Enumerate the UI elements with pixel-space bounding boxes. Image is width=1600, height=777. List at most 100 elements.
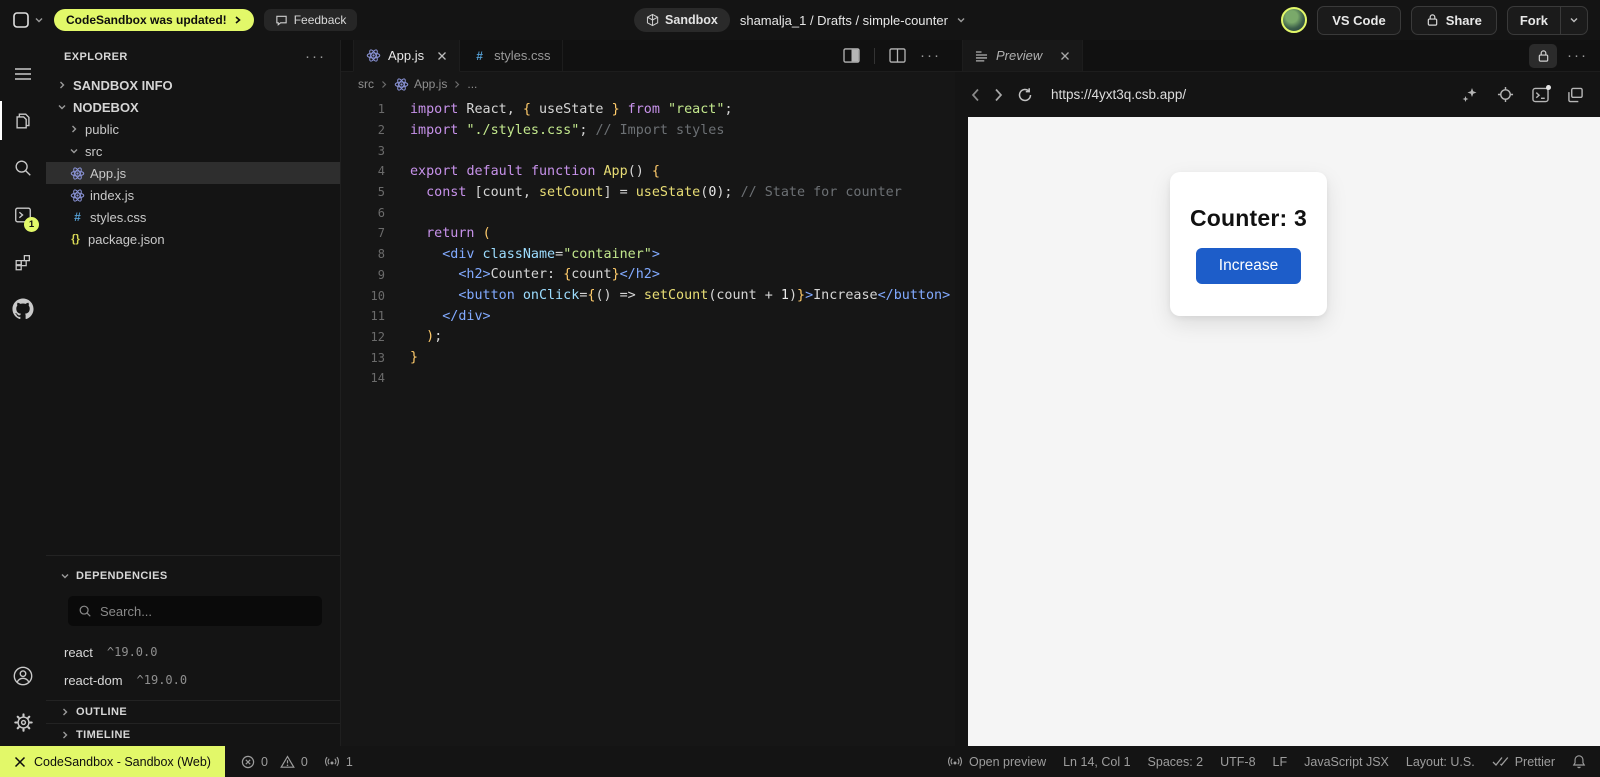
explorer-menu-button[interactable]: ··· bbox=[305, 52, 326, 62]
settings-button[interactable] bbox=[0, 699, 46, 746]
keyboard-layout[interactable]: Layout: U.S. bbox=[1406, 755, 1475, 769]
dependencies-panel: DEPENDENCIES react ^19.0.0 react-dom ^19… bbox=[46, 555, 340, 700]
vscode-button[interactable]: VS Code bbox=[1317, 6, 1400, 35]
remote-label: CodeSandbox - Sandbox (Web) bbox=[34, 755, 211, 769]
sparkles-icon[interactable] bbox=[1461, 87, 1479, 103]
share-button[interactable]: Share bbox=[1411, 6, 1497, 35]
tree-item-index-js[interactable]: index.js bbox=[46, 184, 340, 206]
code-line: 14 bbox=[341, 368, 955, 389]
chevron-right-icon bbox=[380, 80, 388, 89]
outline-section[interactable]: OUTLINE bbox=[46, 700, 340, 723]
breadcrumb-item[interactable]: ... bbox=[467, 77, 477, 91]
indentation-setting[interactable]: Spaces: 2 bbox=[1148, 755, 1204, 769]
line-number: 7 bbox=[341, 226, 385, 240]
toggle-sidebar-icon[interactable] bbox=[843, 48, 860, 63]
code-line: 8 <div className="container"> bbox=[341, 244, 955, 265]
react-file-icon bbox=[70, 188, 85, 203]
editor-menu-button[interactable]: ··· bbox=[920, 51, 941, 61]
problems-indicator[interactable]: 0 0 bbox=[241, 755, 308, 769]
preview-menu-button[interactable]: ··· bbox=[1567, 51, 1588, 61]
tree-item-src[interactable]: src bbox=[46, 140, 340, 162]
account-button[interactable] bbox=[0, 652, 46, 699]
eol-setting[interactable]: LF bbox=[1273, 755, 1288, 769]
increase-button[interactable]: Increase bbox=[1196, 248, 1301, 284]
project-breadcrumb[interactable]: shamalja_1 / Drafts / simple-counter bbox=[740, 13, 966, 28]
breadcrumb-label: src bbox=[358, 77, 374, 91]
fork-dropdown-button[interactable] bbox=[1560, 7, 1587, 34]
bell-icon[interactable] bbox=[1572, 754, 1586, 769]
editor-panel: App.js #styles.css ··· src App.js ... 1i… bbox=[341, 40, 955, 746]
tree-item-label: package.json bbox=[88, 232, 165, 247]
update-banner[interactable]: CodeSandbox was updated! bbox=[54, 9, 254, 31]
code-line: 4export default function App() { bbox=[341, 161, 955, 182]
line-number: 3 bbox=[341, 144, 385, 158]
ports-indicator[interactable]: 1 bbox=[324, 755, 353, 769]
forward-button[interactable] bbox=[994, 88, 1003, 102]
dependencies-header[interactable]: DEPENDENCIES bbox=[46, 564, 340, 588]
close-icon[interactable] bbox=[1060, 51, 1070, 61]
activity-files-button[interactable] bbox=[0, 97, 46, 144]
feedback-button[interactable]: Feedback bbox=[264, 9, 358, 31]
activity-devtools-button[interactable] bbox=[0, 238, 46, 285]
dependency-row[interactable]: react ^19.0.0 bbox=[46, 638, 340, 666]
broadcast-icon bbox=[324, 755, 340, 768]
code-area[interactable]: 1import React, { useState } from "react"… bbox=[341, 96, 955, 746]
open-new-window-icon[interactable] bbox=[1567, 87, 1584, 103]
split-editor-icon[interactable] bbox=[889, 48, 906, 63]
file-tree: SANDBOX INFONODEBOXpublicsrcApp.js index.… bbox=[46, 74, 340, 250]
console-notification-dot bbox=[1546, 85, 1551, 90]
encoding-setting[interactable]: UTF-8 bbox=[1220, 755, 1255, 769]
top-header: CodeSandbox was updated! Feedback Sandbo… bbox=[0, 0, 1600, 40]
speech-bubble-icon bbox=[275, 14, 288, 27]
activity-terminal-button[interactable]: 1 bbox=[0, 191, 46, 238]
close-icon[interactable] bbox=[437, 51, 447, 61]
json-file-icon: {} bbox=[68, 233, 83, 245]
breadcrumb-item[interactable]: App.js bbox=[394, 77, 447, 92]
activity-bar: 1 bbox=[0, 40, 46, 746]
activity-search-button[interactable] bbox=[0, 144, 46, 191]
chevron-right-icon bbox=[453, 80, 461, 89]
editor-tab-styles-css[interactable]: #styles.css bbox=[460, 40, 563, 71]
workspace-menu-button[interactable] bbox=[12, 11, 44, 29]
code-line: 12 ); bbox=[341, 327, 955, 348]
tree-item-nodebox[interactable]: NODEBOX bbox=[46, 96, 340, 118]
url-bar[interactable]: https://4yxt3q.csb.app/ bbox=[1051, 87, 1447, 102]
activity-github-button[interactable] bbox=[0, 285, 46, 332]
formatter-indicator[interactable]: Prettier bbox=[1492, 755, 1555, 769]
dependency-row[interactable]: react-dom ^19.0.0 bbox=[46, 666, 340, 694]
open-preview-button[interactable]: Open preview bbox=[947, 755, 1046, 769]
breadcrumb-item[interactable]: src bbox=[358, 77, 374, 91]
fork-button[interactable]: Fork bbox=[1508, 7, 1560, 34]
dependency-search-input[interactable] bbox=[100, 604, 312, 619]
editor-tab-app-js[interactable]: App.js bbox=[353, 40, 460, 72]
chevron-right-icon bbox=[68, 124, 80, 134]
remote-indicator[interactable]: CodeSandbox - Sandbox (Web) bbox=[0, 746, 225, 777]
line-number: 12 bbox=[341, 330, 385, 344]
user-avatar[interactable] bbox=[1281, 7, 1307, 33]
preview-tabbar: Preview ··· bbox=[955, 40, 1600, 72]
dependency-name: react-dom bbox=[64, 673, 123, 688]
window-icon bbox=[12, 11, 30, 29]
tree-item-public[interactable]: public bbox=[46, 118, 340, 140]
tree-item-sandbox-info[interactable]: SANDBOX INFO bbox=[46, 74, 340, 96]
tree-item-styles-css[interactable]: #styles.css bbox=[46, 206, 340, 228]
back-button[interactable] bbox=[971, 88, 980, 102]
tree-item-package-json[interactable]: {} package.json bbox=[46, 228, 340, 250]
menu-button[interactable] bbox=[0, 50, 46, 97]
tree-item-label: styles.css bbox=[90, 210, 146, 225]
line-number: 4 bbox=[341, 164, 385, 178]
preview-tab[interactable]: Preview bbox=[962, 40, 1083, 71]
preview-lock-button[interactable] bbox=[1529, 44, 1557, 68]
formatter-label: Prettier bbox=[1515, 755, 1555, 769]
line-number: 11 bbox=[341, 309, 385, 323]
code-line: 6 bbox=[341, 202, 955, 223]
refresh-button[interactable] bbox=[1017, 87, 1033, 103]
cursor-position[interactable]: Ln 14, Col 1 bbox=[1063, 755, 1130, 769]
tree-item-app-js[interactable]: App.js bbox=[46, 162, 340, 184]
gear-icon bbox=[13, 712, 34, 733]
timeline-section[interactable]: TIMELINE bbox=[46, 723, 340, 746]
breadcrumb-label: ... bbox=[467, 77, 477, 91]
language-mode[interactable]: JavaScript JSX bbox=[1304, 755, 1389, 769]
tree-item-label: index.js bbox=[90, 188, 134, 203]
inspect-target-icon[interactable] bbox=[1497, 86, 1514, 103]
